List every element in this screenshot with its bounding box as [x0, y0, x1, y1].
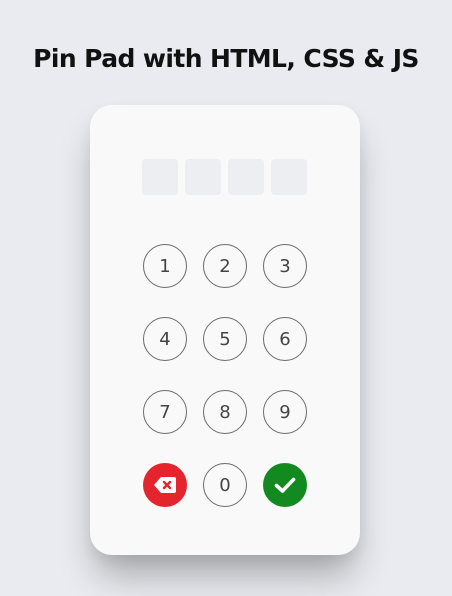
keypad: 1 2 3 4 5 6 7 8 9 0 — [143, 244, 307, 507]
key-8[interactable]: 8 — [203, 390, 247, 434]
key-4[interactable]: 4 — [143, 317, 187, 361]
key-6[interactable]: 6 — [263, 317, 307, 361]
key-5[interactable]: 5 — [203, 317, 247, 361]
key-7[interactable]: 7 — [143, 390, 187, 434]
key-3[interactable]: 3 — [263, 244, 307, 288]
pin-display — [142, 159, 307, 195]
delete-button[interactable] — [143, 463, 187, 507]
key-0[interactable]: 0 — [203, 463, 247, 507]
pin-digit-box — [142, 159, 178, 195]
pin-digit-box — [271, 159, 307, 195]
page-title: Pin Pad with HTML, CSS & JS — [33, 43, 419, 73]
pin-digit-box — [185, 159, 221, 195]
key-9[interactable]: 9 — [263, 390, 307, 434]
pin-pad-card: 1 2 3 4 5 6 7 8 9 0 — [90, 105, 360, 555]
pin-digit-box — [228, 159, 264, 195]
key-2[interactable]: 2 — [203, 244, 247, 288]
submit-button[interactable] — [263, 463, 307, 507]
backspace-x-icon — [154, 477, 176, 493]
checkmark-icon — [274, 477, 296, 493]
key-1[interactable]: 1 — [143, 244, 187, 288]
